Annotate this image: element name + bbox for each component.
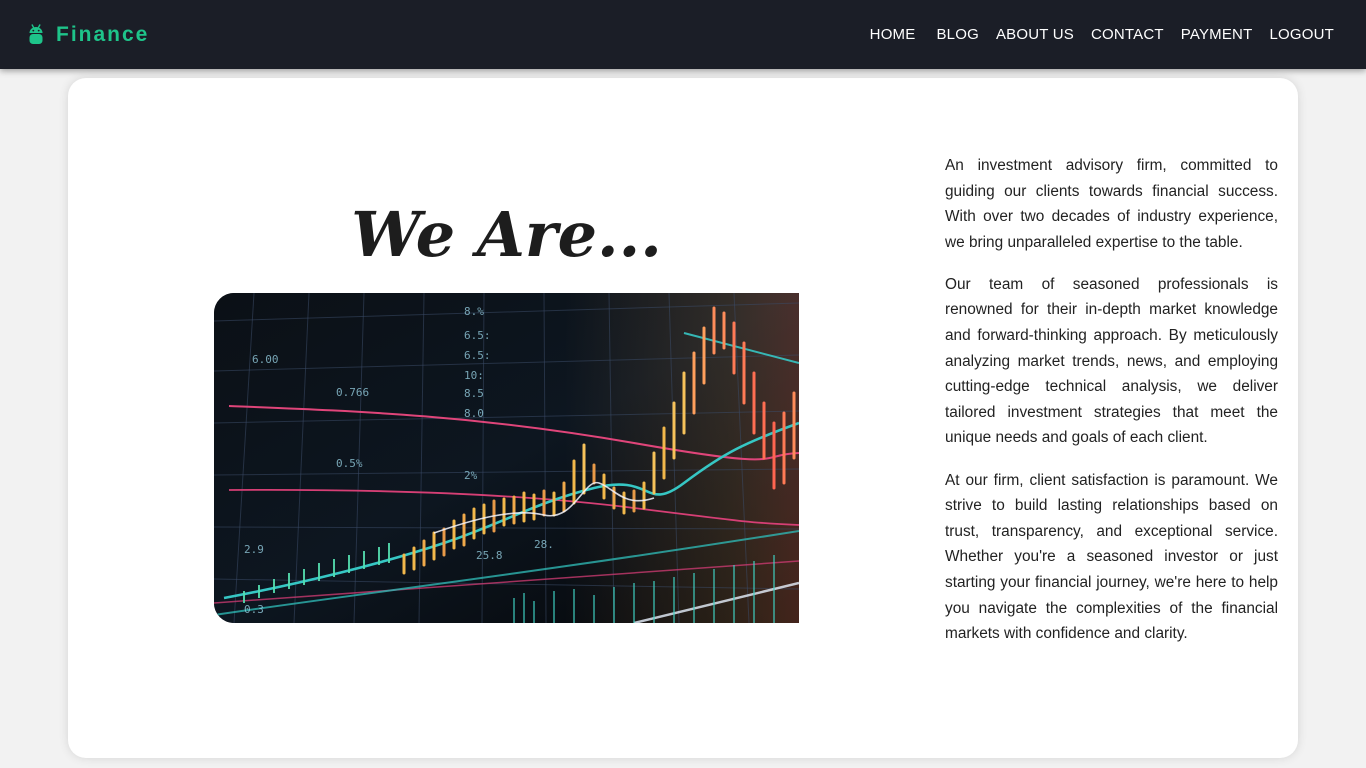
chart-illustration: 0.766 0.5% 8.% 6.5: 6.5: 10: 8.5 8.0 2% … [214,293,799,623]
about-paragraph-2: Our team of seasoned professionals is re… [945,275,1278,447]
chart-label: 6.5: [464,349,491,362]
about-paragraph-1: An investment advisory firm, committed t… [945,157,1278,251]
chart-label: 2% [464,469,478,482]
nav-item-contact: CONTACT [1091,26,1164,44]
nav-item-blog: BLOG [936,26,978,44]
stock-market-chart-image: 0.766 0.5% 8.% 6.5: 6.5: 10: 8.5 8.0 2% … [214,293,799,623]
nav-item-home: HOME [870,26,916,44]
about-heading: We Are... [351,198,662,271]
chart-label: 10: [464,369,484,382]
brand-name: Finance [56,22,150,46]
nav-link-contact[interactable]: CONTACT [1091,26,1164,43]
chart-label: 2.9 [244,543,264,556]
chart-label: 6.5: [464,329,491,342]
nav-link-home[interactable]: HOME [870,26,916,43]
chart-label: 0.3 [244,603,264,616]
chart-label: 0.5% [336,457,363,470]
nav-link-about-us[interactable]: ABOUT US [996,26,1074,43]
about-paragraph-3: At our firm, client satisfaction is para… [945,471,1278,643]
chart-label: 8.5 [464,387,484,400]
nav-item-about-us: ABOUT US [996,26,1074,44]
brand-logo[interactable]: Finance [28,23,149,47]
about-card: We Are... 0.766 0.5% 8.% 6.5: 6.5: 10: 8… [68,78,1298,758]
nav-link-logout[interactable]: LOGOUT [1269,26,1334,43]
chart-label: 8.0 [464,407,484,420]
nav-menu: HOME BLOG ABOUT US CONTACT PAYMENT LOGOU… [870,26,1334,44]
nav-item-logout: LOGOUT [1269,26,1334,44]
nav-link-payment[interactable]: PAYMENT [1181,26,1253,43]
navbar: Finance HOME BLOG ABOUT US CONTACT PAYME… [0,0,1366,69]
chart-label: 6.00 [252,353,279,366]
about-text: An investment advisory firm, committed t… [945,153,1278,663]
chart-label: 28. [534,538,554,551]
chart-label: 25.8 [476,549,503,562]
chart-label: 0.766 [336,386,369,399]
nav-link-blog[interactable]: BLOG [936,26,978,43]
nav-item-payment: PAYMENT [1181,26,1253,44]
chart-label: 8.% [464,305,484,318]
android-icon [29,23,43,44]
